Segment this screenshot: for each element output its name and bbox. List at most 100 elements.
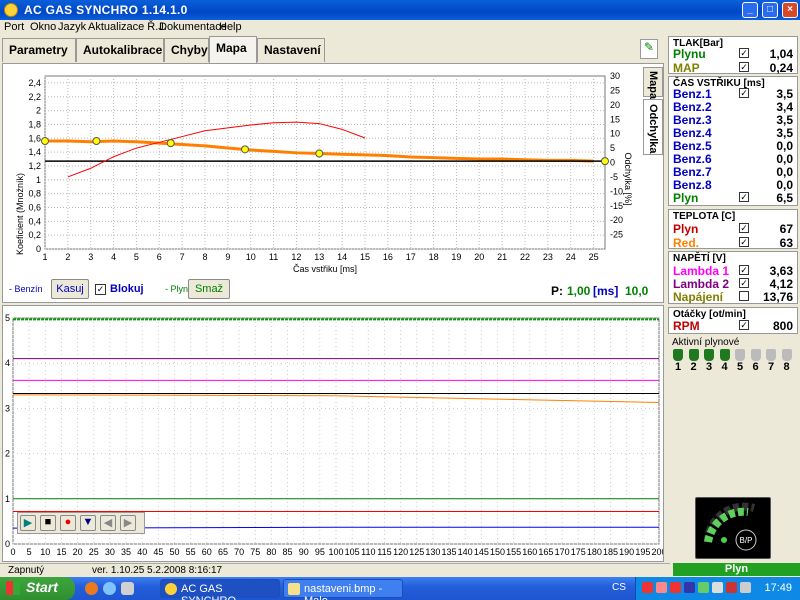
napeti-label-lambda1: Lambda 1 [673,264,730,278]
volume-tray-icon[interactable] [712,582,723,593]
kasuj-button[interactable]: Kasuj [51,279,89,299]
smaz-button[interactable]: Smaž [188,279,230,299]
media-quicklaunch-icon[interactable] [121,582,134,595]
map-x-tick: 15 [360,252,370,262]
teplota-header: TEPLOTA [C] [673,211,736,222]
injector-number: 2 [690,361,697,373]
graph-x-tick: 110 [361,547,375,557]
map-y-axis-label: Koeficient (Množník) [15,173,25,255]
scroll-right-icon[interactable]: ▶ [120,515,136,531]
start-label: Start [26,579,58,595]
device-tray-icon[interactable] [698,582,709,593]
taskbar-item-ac-gas[interactable]: AC GAS SYNCHRO [160,579,280,600]
graph-x-tick: 180 [587,547,602,557]
language-indicator[interactable]: CS [612,582,626,593]
blokuj-checkbox[interactable]: ✓ [95,284,106,295]
cas-row-8: Benz.8 0,0 [669,178,799,192]
cas-value: 0,0 [776,152,793,166]
side-tab-odchylka[interactable]: Odchylka [643,99,663,155]
help-icon[interactable]: ✎ [640,39,658,59]
network-tray-icon[interactable] [656,582,667,593]
taskbar-item-paint[interactable]: nastaveni.bmp - Malo... [283,579,403,600]
graph-x-tick: 0 [10,547,15,557]
map-x-tick: 6 [157,252,162,262]
menu-item-jazyk[interactable]: Jazyk [58,21,86,33]
map-x-axis-label: Čas vstřiku [ms] [293,264,357,274]
menu-item-aktualizace[interactable]: Aktualizace Ř.J. [88,21,167,33]
injector-2: 2 [688,349,700,373]
napeti-checkbox-napajeni[interactable] [739,291,749,301]
teplota-checkbox-red[interactable]: ✓ [739,237,749,247]
tab-nastaveni[interactable]: Nastavení [257,38,325,62]
map-y-tick: 0,2 [28,230,41,240]
graph-x-tick: 100 [328,547,343,557]
map-control-point[interactable] [166,139,175,148]
map-y-tick: 0 [36,244,41,254]
otacky-panel: Otáčky [ot/min] RPM ✓ 800 [668,307,798,334]
tab-mapa[interactable]: Mapa [209,36,257,63]
tab-parametry[interactable]: Parametry [2,38,76,62]
injectors-header: Aktivní plynové [672,337,740,348]
map-control-point[interactable] [241,145,249,154]
play-icon[interactable]: ▶ [20,515,36,531]
cas-row-9: Plyn ✓ 6,5 [669,191,799,205]
tlak-checkbox-plynu[interactable]: ✓ [739,48,749,58]
map-y-tick: 0,8 [28,189,41,199]
clock[interactable]: 17:49 [764,582,792,594]
teplota-checkbox-plyn[interactable]: ✓ [739,223,749,233]
app-logo-icon [4,3,18,17]
injector-number: 4 [721,361,728,373]
security-tray-icon[interactable] [670,582,681,593]
menu-item-help[interactable]: Help [219,21,242,33]
graph-controls: ▶ ■ ● ▼ ◀ ▶ [17,512,145,534]
injector-3: 3 [703,349,715,373]
menu-item-port[interactable]: Port [4,21,24,33]
cas-panel: ČAS VSTŘIKU [ms] Benz.1 ✓ 3,5 Benz.2 3,4 Benz… [668,76,798,206]
map-control-point[interactable] [315,149,324,158]
readout-label: P: [551,284,563,298]
graph-x-tick: 105 [345,547,360,557]
menu-item-okno[interactable]: Okno [30,21,56,33]
otacky-checkbox-rpm[interactable]: ✓ [739,320,749,330]
browser-quicklaunch-icon[interactable] [85,582,98,595]
update-tray-icon[interactable] [684,582,695,593]
map-control-point[interactable] [41,137,49,146]
cas-checkbox[interactable]: ✓ [739,192,749,202]
map-y2-tick: -20 [610,215,623,225]
napeti-checkbox-lambda1[interactable]: ✓ [739,265,749,275]
injector-4: 4 [719,349,731,373]
title-bar[interactable]: AC GAS SYNCHRO 1.14.1.0 _ □ × [0,0,800,20]
injector-icon [781,349,792,361]
injector-1: 1 [672,349,684,373]
antivirus-tray-icon[interactable] [642,582,653,593]
map-control-point[interactable] [92,137,101,146]
maximize-button[interactable]: □ [762,2,778,18]
cas-checkbox[interactable]: ✓ [739,88,749,98]
tlak-checkbox-map[interactable]: ✓ [739,62,749,72]
filter-icon[interactable]: ▼ [80,515,96,531]
map-panel: 2,4 2,2 2 1,8 1,6 1,4 1,2 1 0,8 0,6 0,4 0,2 0 30 25 20… [2,63,664,303]
map-chart[interactable]: 2,42,221,81,61,41,210,80,60,40,20 302520… [3,64,643,302]
teplota-row-plyn: Plyn ✓ 67 [669,222,799,236]
stop-icon[interactable]: ■ [40,515,56,531]
graph-x-tick: 50 [169,547,179,557]
minimize-button[interactable]: _ [742,2,758,18]
alert-tray-icon[interactable] [726,582,737,593]
map-x-tick: 10 [246,252,256,262]
close-button[interactable]: × [782,2,798,18]
menu-item-dokumentace[interactable]: Dokumentace [159,21,227,33]
explorer-quicklaunch-icon[interactable] [103,582,116,595]
side-tab-mapa[interactable]: Mapa [643,67,663,99]
tlak-row-map: MAP ✓ 0,24 [669,61,799,75]
scroll-left-icon[interactable]: ◀ [100,515,116,531]
record-icon[interactable]: ● [60,515,76,531]
napeti-checkbox-lambda2[interactable]: ✓ [739,278,749,288]
tab-chyby[interactable]: Chyby [164,38,209,62]
tab-autokalibrace[interactable]: Autokalibrace [76,38,164,62]
map-control-point[interactable] [601,157,609,166]
start-button[interactable]: Start [0,577,75,600]
fuel-mode-indicator: B/P [695,497,771,559]
cas-label: Benz.2 [673,100,712,114]
usb-tray-icon[interactable] [740,582,751,593]
map-y-tick: 1 [36,175,41,185]
